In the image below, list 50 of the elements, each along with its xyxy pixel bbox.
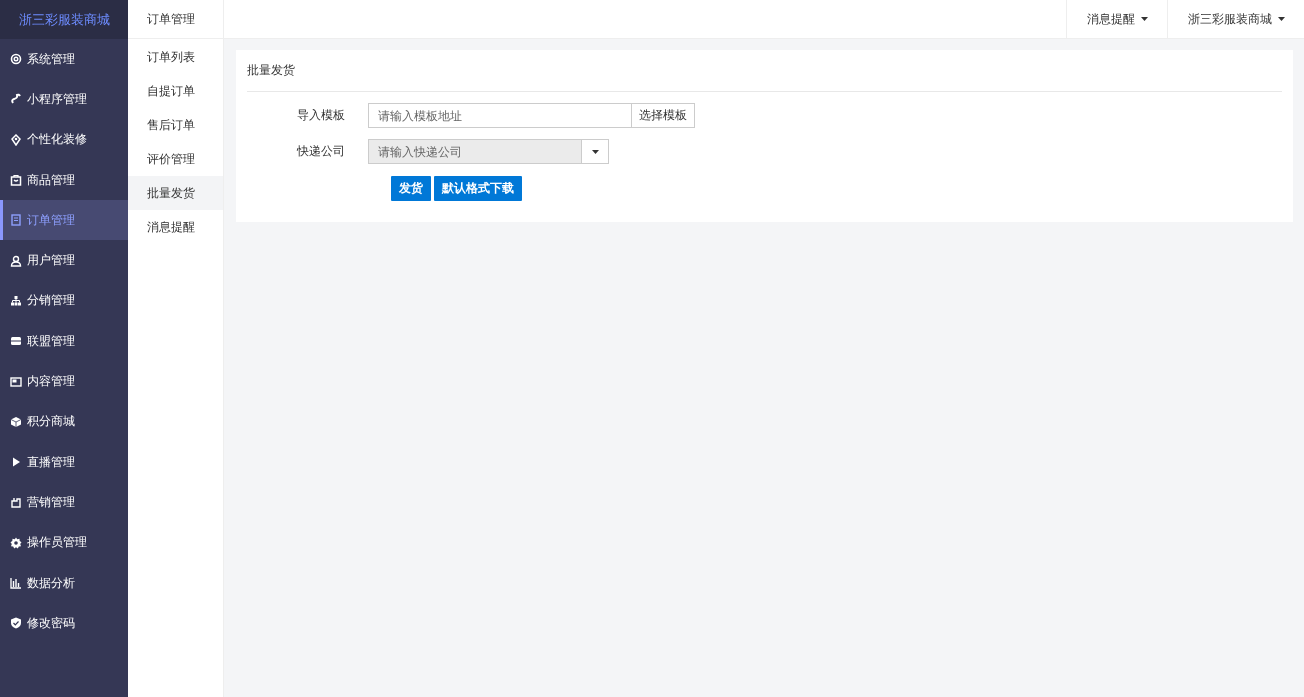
ship-button[interactable]: 发货: [391, 176, 431, 201]
choose-template-button[interactable]: 选择模板: [632, 103, 695, 128]
sidebar-item[interactable]: 分销管理: [0, 280, 128, 322]
sidebar-item[interactable]: 直播管理: [0, 441, 128, 483]
logo-text: 浙三彩服装商城: [0, 0, 128, 39]
caret-icon: [1141, 17, 1148, 21]
subnav-item[interactable]: 批量发货: [128, 176, 223, 210]
settings-icon: [10, 536, 22, 549]
store-icon: [10, 335, 22, 348]
subnav-item[interactable]: 消息提醒: [128, 210, 223, 244]
hierarchy-icon: [10, 294, 22, 307]
subnav-item[interactable]: 订单列表: [128, 40, 223, 74]
subnav-title: 订单管理: [128, 0, 223, 39]
caret-icon: [591, 149, 599, 154]
cube-icon: [10, 415, 22, 428]
sidebar-item[interactable]: 小程序管理: [0, 79, 128, 120]
link-icon: [10, 93, 22, 106]
download-button[interactable]: 默认格式下载: [434, 176, 522, 201]
template-input[interactable]: 请输入模板地址: [368, 103, 632, 128]
subnav-item[interactable]: 自提订单: [128, 74, 223, 108]
subnav-item[interactable]: 售后订单: [128, 108, 223, 142]
sidebar-item[interactable]: 商品管理: [0, 159, 128, 201]
dropdown-menu[interactable]: 消息提醒: [1066, 0, 1167, 38]
sidebar-item[interactable]: 数据分析: [0, 562, 128, 604]
field-label: 快递公司: [296, 143, 346, 160]
dropdown-menu[interactable]: 浙三彩服装商城: [1167, 0, 1304, 38]
shield-icon: [10, 617, 22, 630]
sidebar-item[interactable]: 联盟管理: [0, 321, 128, 362]
panel-icon: [10, 375, 22, 388]
document-icon: [10, 214, 22, 227]
bar-chart-icon: [10, 577, 22, 589]
sidebar-item[interactable]: 用户管理: [0, 240, 128, 281]
sidebar-item[interactable]: 修改密码: [0, 603, 128, 644]
sidebar-item[interactable]: 订单管理: [0, 200, 128, 241]
sidebar-item[interactable]: 积分商城: [0, 401, 128, 442]
field-label: 导入模板: [296, 107, 346, 124]
user-icon: [10, 254, 22, 267]
sidebar-item[interactable]: 内容管理: [0, 361, 128, 402]
sidebar-item[interactable]: 系统管理: [0, 39, 128, 80]
card-title: 批量发货: [247, 50, 1282, 92]
gear-icon: [10, 53, 22, 66]
sidebar-item[interactable]: 操作员管理: [0, 522, 128, 563]
caret-icon: [1278, 17, 1285, 21]
dropdown-button[interactable]: [582, 139, 609, 164]
sidebar-item[interactable]: 个性化装修: [0, 119, 128, 160]
subnav-item[interactable]: 评价管理: [128, 142, 223, 176]
sidebar-item[interactable]: 营销管理: [0, 482, 128, 523]
diamond-icon: [10, 133, 22, 146]
play-icon: [10, 456, 22, 469]
bag-icon: [10, 174, 22, 187]
